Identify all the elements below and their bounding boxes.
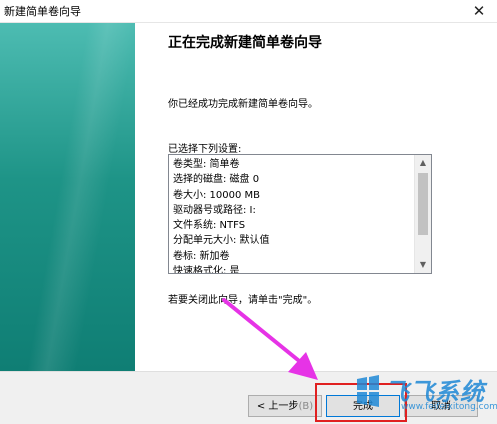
scroll-down-arrow-icon[interactable]: ▼ (415, 257, 431, 273)
window-title: 新建简单卷向导 (4, 5, 81, 18)
watermark-logo-icon (357, 375, 379, 407)
title-bar: 新建简单卷向导 ✕ (0, 0, 497, 23)
scroll-thumb[interactable] (418, 173, 428, 235)
wizard-description: 你已经成功完成新建简单卷向导。 (168, 99, 318, 110)
settings-list: 卷类型: 简单卷 选择的磁盘: 磁盘 0 卷大小: 10000 MB 驱动器号或… (173, 157, 270, 274)
settings-line: 快速格式化: 是 (173, 266, 240, 274)
settings-line: 卷大小: 10000 MB (173, 189, 261, 201)
settings-summary-box[interactable]: 卷类型: 简单卷 选择的磁盘: 磁盘 0 卷大小: 10000 MB 驱动器号或… (168, 154, 432, 274)
vertical-scrollbar[interactable]: ▲ ▼ (414, 155, 431, 273)
watermark: 飞飞系统 www.feifeixitong.com (355, 372, 497, 418)
settings-line: 卷标: 新加卷 (173, 250, 230, 262)
settings-line: 分配单元大小: 默认值 (173, 235, 270, 247)
wizard-heading: 正在完成新建简单卷向导 (168, 35, 322, 51)
close-hint-text: 若要关闭此向导，请单击"完成"。 (168, 295, 318, 306)
back-button-mnemonic: (B) (298, 401, 314, 412)
watermark-url: www.feifeixitong.com (401, 402, 497, 412)
scroll-up-arrow-icon[interactable]: ▲ (415, 155, 431, 171)
close-button[interactable]: ✕ (469, 1, 489, 21)
back-button[interactable]: < 上一步(B) (248, 395, 322, 417)
sidebar-decoration (0, 23, 135, 371)
wizard-sidebar-banner (0, 23, 135, 371)
settings-line: 选择的磁盘: 磁盘 0 (173, 174, 260, 186)
settings-label: 已选择下列设置: (168, 144, 242, 155)
settings-line: 文件系统: NTFS (173, 220, 246, 232)
settings-line: 驱动器号或路径: I: (173, 204, 256, 216)
settings-line: 卷类型: 简单卷 (173, 159, 240, 170)
back-button-label: < 上一步 (256, 401, 299, 412)
